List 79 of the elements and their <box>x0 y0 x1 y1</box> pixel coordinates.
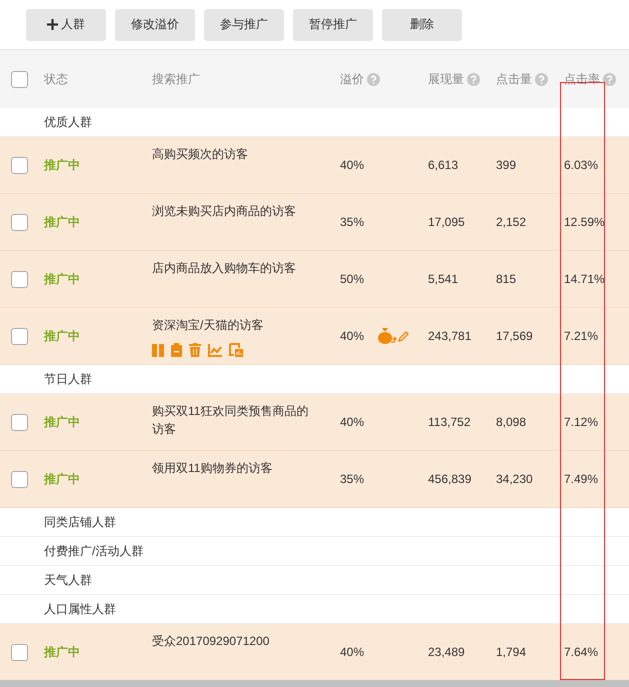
clicks-value: 399 <box>496 158 516 172</box>
impressions-value: 456,839 <box>428 472 472 486</box>
plus-icon <box>47 19 58 30</box>
row-checkbox[interactable] <box>11 270 28 288</box>
audience-name: 高购买频次的访客 <box>152 146 249 163</box>
group-label: 付费推广/活动人群 <box>44 542 144 560</box>
row-checkbox[interactable] <box>11 328 28 344</box>
ctr-value: 6.03% <box>564 158 598 172</box>
status-text: 推广中 <box>44 214 80 230</box>
column-header: 溢价 <box>340 70 364 88</box>
add-group-button[interactable]: 人群 <box>26 8 106 40</box>
premium-value: 40% <box>340 415 364 429</box>
clicks-value: 8,098 <box>496 415 526 429</box>
premium-value: 40% <box>340 645 364 659</box>
impressions-value: 17,095 <box>428 215 465 229</box>
help-icon <box>535 72 548 86</box>
audience-name: 店内商品放入购物车的访客 <box>152 260 297 277</box>
impressions-value: 6,613 <box>428 158 458 172</box>
select-all-checkbox[interactable] <box>11 70 28 88</box>
audience-name: 购买双11狂欢同类预售商品的访客 <box>152 403 310 438</box>
status-text: 推广中 <box>44 156 80 174</box>
clicks-value: 34,230 <box>496 472 533 486</box>
toolbar-button[interactable]: 删除 <box>382 8 462 40</box>
line-chart-icon[interactable] <box>208 344 222 356</box>
premium-value: 35% <box>340 215 364 229</box>
status-text: 推广中 <box>44 328 80 344</box>
row-checkbox[interactable] <box>11 214 28 230</box>
group-label: 优质人群 <box>44 114 92 130</box>
ctr-value: 7.49% <box>564 472 598 486</box>
premium-value: 50% <box>340 272 364 286</box>
report-icon[interactable] <box>229 343 243 357</box>
column-header: 搜索推广 <box>152 70 200 88</box>
impressions-value: 243,781 <box>428 329 472 343</box>
premium-value: 40% <box>340 158 364 172</box>
clicks-value: 2,152 <box>496 215 526 229</box>
ctr-value: 14.71% <box>564 272 605 286</box>
help-icon <box>467 72 480 86</box>
clicks-value: 815 <box>496 272 516 286</box>
premium-value: 40% <box>340 329 364 343</box>
toolbar-button[interactable]: 参与推广 <box>204 8 284 40</box>
status-text: 推广中 <box>44 270 80 288</box>
group-label: 人口属性人群 <box>44 600 116 618</box>
pause-icon[interactable] <box>152 344 164 356</box>
premium-value: 35% <box>340 472 364 486</box>
audience-name: 资深淘宝/天猫的访客 <box>152 317 264 334</box>
status-text: 推广中 <box>44 644 80 660</box>
ctr-value: 7.64% <box>564 645 598 659</box>
audience-name: 领用双11购物券的访客 <box>152 460 274 477</box>
clipboard-icon[interactable] <box>171 343 182 357</box>
horizontal-scrollbar[interactable] <box>0 680 629 687</box>
ctr-value: 7.12% <box>564 415 598 429</box>
row-checkbox[interactable] <box>11 414 28 430</box>
help-icon <box>603 72 616 86</box>
column-header: 状态 <box>44 70 68 88</box>
row-checkbox[interactable] <box>11 470 28 488</box>
audience-name: 浏览未购买店内商品的访客 <box>152 203 297 220</box>
column-header: 展现量 <box>428 70 464 88</box>
group-label: 天气人群 <box>44 572 92 588</box>
toolbar-button[interactable]: 修改溢价 <box>115 8 195 40</box>
impressions-value: 5,541 <box>428 272 458 286</box>
status-text: 推广中 <box>44 470 80 488</box>
ctr-value: 7.21% <box>564 329 598 343</box>
trash-icon[interactable] <box>189 343 201 357</box>
audience-name: 受众20170929071200 <box>152 633 270 650</box>
ctr-value: 12.59% <box>564 215 605 229</box>
money-bag-icon[interactable] <box>377 328 398 344</box>
column-header: 点击量 <box>496 70 532 88</box>
row-checkbox[interactable] <box>11 644 28 660</box>
group-label: 同类店铺人群 <box>44 514 116 530</box>
toolbar-button[interactable]: 暂停推广 <box>293 8 373 40</box>
impressions-value: 23,489 <box>428 645 465 659</box>
impressions-value: 113,752 <box>428 415 470 429</box>
clicks-value: 17,569 <box>496 329 533 343</box>
row-checkbox[interactable] <box>11 156 28 174</box>
help-icon <box>367 72 380 86</box>
pencil-icon[interactable] <box>398 330 410 342</box>
status-text: 推广中 <box>44 414 80 430</box>
group-label: 节日人群 <box>44 370 92 388</box>
clicks-value: 1,794 <box>496 645 526 659</box>
